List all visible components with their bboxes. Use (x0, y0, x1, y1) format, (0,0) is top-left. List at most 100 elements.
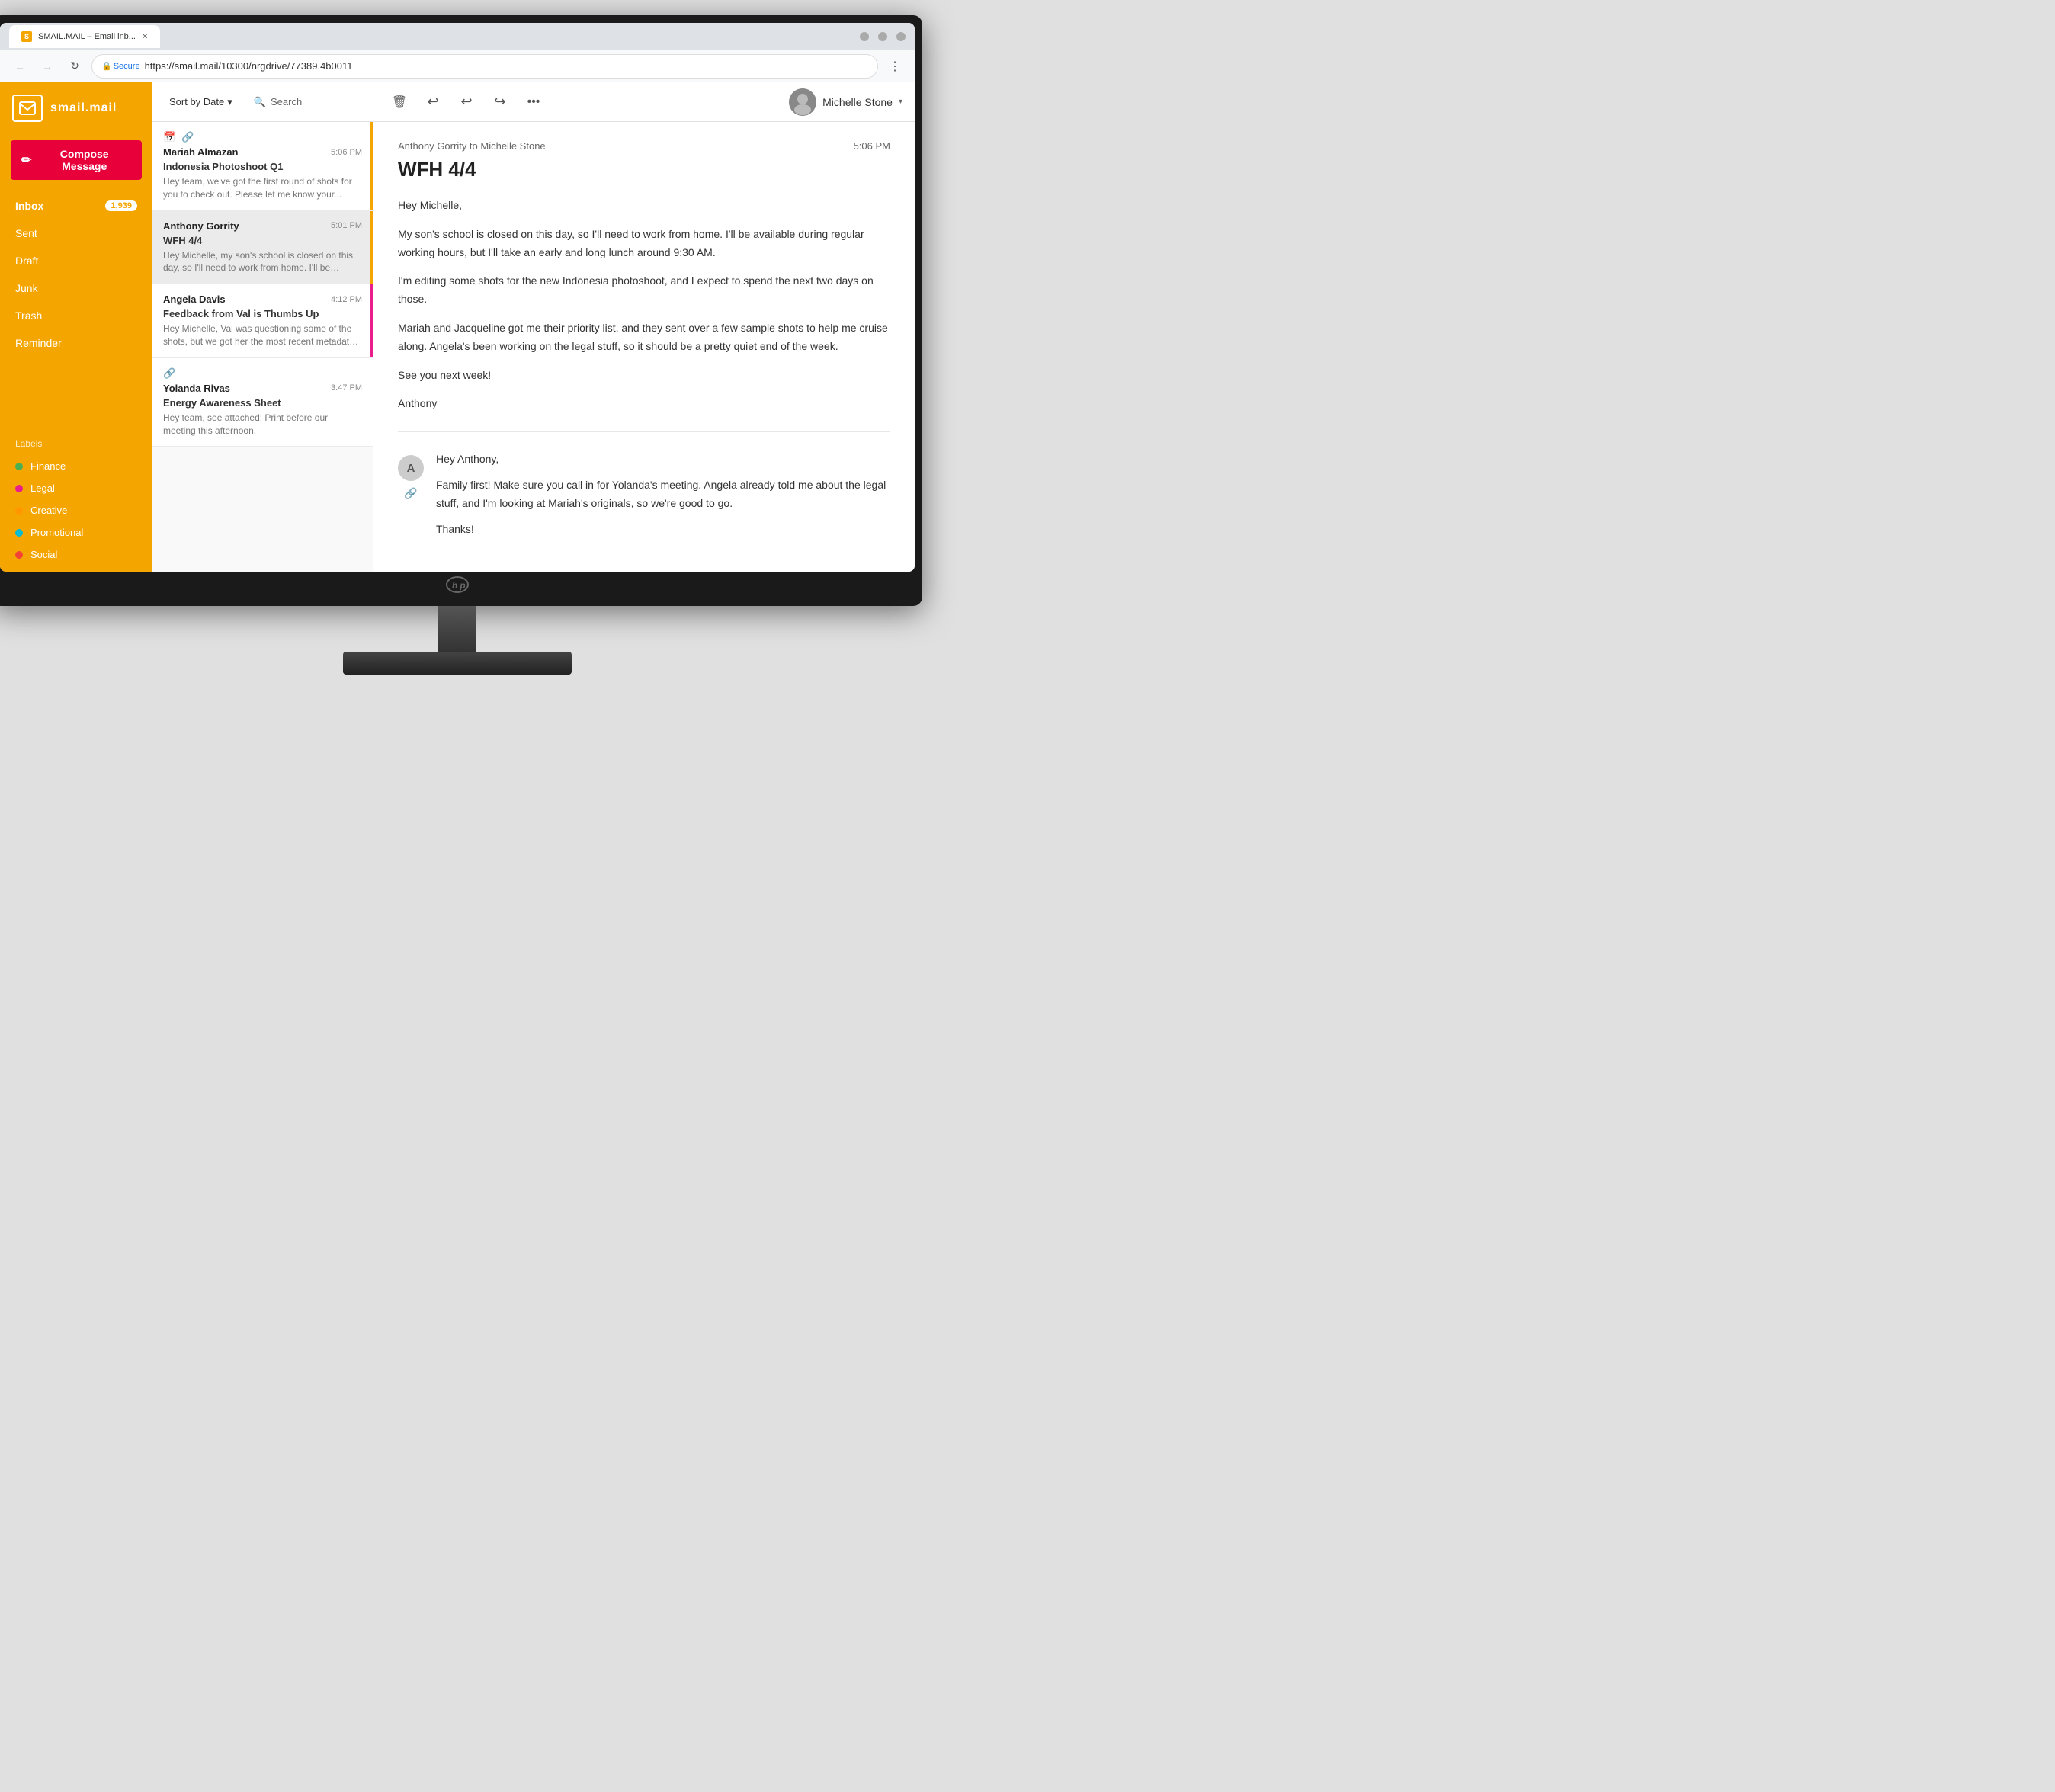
browser-more-button[interactable]: ⋮ (884, 56, 906, 77)
email-2-preview: Hey Michelle, my son's school is closed … (163, 249, 362, 275)
email-3-preview: Hey Michelle, Val was questioning some o… (163, 322, 362, 348)
reply-button[interactable]: ↩ (419, 88, 447, 116)
email-3-sender: Angela Davis (163, 293, 226, 305)
forward-icon: ↪ (494, 94, 505, 110)
reply-line-0: Hey Anthony, (436, 450, 890, 469)
user-chevron-icon: ▾ (899, 98, 902, 106)
forward-button[interactable]: → (37, 56, 58, 77)
email-item-1[interactable]: 📅 🔗 Mariah Almazan 5:06 PM Indonesia Pho… (152, 122, 373, 211)
browser-titlebar: S SMAIL.MAIL – Email inb... ✕ (0, 23, 915, 50)
calendar-icon: 📅 (163, 131, 175, 143)
delete-button[interactable]: 🗑 (386, 88, 413, 116)
sort-button[interactable]: Sort by Date ▾ (163, 91, 239, 113)
email-items: 📅 🔗 Mariah Almazan 5:06 PM Indonesia Pho… (152, 122, 373, 572)
inbox-label: Inbox (15, 200, 43, 212)
browser-tab-active[interactable]: S SMAIL.MAIL – Email inb... ✕ (9, 25, 160, 48)
body-line-1: My son's school is closed on this day, s… (398, 226, 890, 262)
email-subject-heading: WFH 4/4 (398, 158, 890, 181)
minimize-button[interactable] (860, 32, 869, 41)
tab-favicon: S (21, 31, 32, 42)
email-2-header: Anthony Gorrity 5:01 PM (163, 220, 362, 232)
hp-logo: hp (0, 572, 915, 598)
email-list-panel: Sort by Date ▾ 🔍 Search (152, 82, 373, 572)
email-1-accent (370, 122, 373, 210)
email-4-preview: Hey team, see attached! Print before our… (163, 412, 362, 438)
address-bar[interactable]: 🔒 Secure https://smail.mail/10300/nrgdri… (91, 54, 878, 79)
sidebar-item-trash[interactable]: Trash (0, 302, 152, 329)
email-content: Anthony Gorrity to Michelle Stone 5:06 P… (373, 122, 915, 572)
list-toolbar: Sort by Date ▾ 🔍 Search (152, 82, 373, 122)
user-menu[interactable]: Michelle Stone ▾ (789, 88, 902, 116)
email-1-preview: Hey team, we've got the first round of s… (163, 175, 362, 201)
reply-body: Hey Anthony, Family first! Make sure you… (436, 450, 890, 538)
sidebar-item-draft[interactable]: Draft (0, 247, 152, 274)
email-item-2[interactable]: Anthony Gorrity 5:01 PM WFH 4/4 Hey Mich… (152, 211, 373, 285)
creative-dot (15, 507, 23, 515)
reply-all-icon: ↩ (460, 94, 472, 110)
sort-chevron-icon: ▾ (227, 96, 232, 108)
view-toolbar: 🗑 ↩ ↩ ↪ ••• (373, 82, 915, 122)
logo-text: smail.mail (50, 101, 117, 115)
maximize-button[interactable] (878, 32, 887, 41)
label-creative[interactable]: Creative (15, 499, 137, 521)
legal-dot (15, 485, 23, 492)
attachment-icon-2: 🔗 (163, 367, 175, 380)
reply-all-button[interactable]: ↩ (453, 88, 480, 116)
email-1-icons: 📅 🔗 (163, 131, 362, 143)
tab-close-icon[interactable]: ✕ (142, 33, 148, 41)
sidebar-item-reminder[interactable]: Reminder (0, 329, 152, 357)
email-item-4[interactable]: 🔗 Yolanda Rivas 3:47 PM Energy Awareness… (152, 358, 373, 447)
compose-button[interactable]: ✏ Compose Message (11, 140, 142, 180)
app-container: smail.mail ✏ Compose Message Inbox 1,939 (0, 82, 915, 572)
email-1-header: Mariah Almazan 5:06 PM (163, 146, 362, 158)
labels-section: Labels Finance Legal Creat (0, 429, 152, 572)
sent-label: Sent (15, 227, 37, 239)
email-4-icons: 🔗 (163, 367, 362, 380)
reply-side-icons: A 🔗 (398, 450, 424, 500)
email-4-subject: Energy Awareness Sheet (163, 397, 362, 409)
label-promotional[interactable]: Promotional (15, 521, 137, 543)
body-line-0: Hey Michelle, (398, 197, 890, 215)
social-label: Social (30, 549, 57, 560)
back-button[interactable]: ← (9, 56, 30, 77)
window-controls (860, 32, 906, 41)
email-meta: Anthony Gorrity to Michelle Stone 5:06 P… (398, 140, 890, 152)
delete-icon: 🗑 (392, 95, 407, 110)
sidebar: smail.mail ✏ Compose Message Inbox 1,939 (0, 82, 152, 572)
reminder-label: Reminder (15, 337, 62, 349)
sidebar-item-inbox[interactable]: Inbox 1,939 (0, 192, 152, 220)
reply-avatar: A (398, 455, 424, 481)
label-social[interactable]: Social (15, 543, 137, 566)
sidebar-item-sent[interactable]: Sent (0, 220, 152, 247)
monitor: S SMAIL.MAIL – Email inb... ✕ ← (0, 15, 922, 606)
creative-label: Creative (30, 505, 67, 516)
reply-attachment-icon: 🔗 (404, 487, 417, 500)
tab-title: SMAIL.MAIL – Email inb... (38, 32, 136, 41)
label-legal[interactable]: Legal (15, 477, 137, 499)
email-3-header: Angela Davis 4:12 PM (163, 293, 362, 305)
address-url: https://smail.mail/10300/nrgdrive/77389.… (145, 60, 353, 72)
user-name: Michelle Stone (822, 96, 893, 108)
email-4-sender: Yolanda Rivas (163, 383, 230, 394)
email-3-subject: Feedback from Val is Thumbs Up (163, 308, 362, 319)
reply-icon: ↩ (427, 94, 438, 110)
close-button[interactable] (896, 32, 906, 41)
label-finance[interactable]: Finance (15, 455, 137, 477)
reply-line-2: Thanks! (436, 521, 890, 539)
refresh-button[interactable]: ↻ (64, 56, 85, 77)
trash-label: Trash (15, 309, 42, 322)
svg-text:hp: hp (452, 580, 468, 591)
email-2-subject: WFH 4/4 (163, 235, 362, 246)
email-2-accent (370, 211, 373, 284)
email-item-3[interactable]: Angela Davis 4:12 PM Feedback from Val i… (152, 284, 373, 358)
email-2-sender: Anthony Gorrity (163, 220, 239, 232)
more-button[interactable]: ••• (520, 88, 547, 116)
sidebar-logo: smail.mail (0, 82, 152, 134)
email-1-subject: Indonesia Photoshoot Q1 (163, 161, 362, 172)
monitor-stand-base (343, 652, 572, 675)
promotional-dot (15, 529, 23, 537)
search-button[interactable]: 🔍 Search (246, 91, 309, 113)
sidebar-item-junk[interactable]: Junk (0, 274, 152, 302)
user-avatar (789, 88, 816, 116)
forward-button[interactable]: ↪ (486, 88, 514, 116)
